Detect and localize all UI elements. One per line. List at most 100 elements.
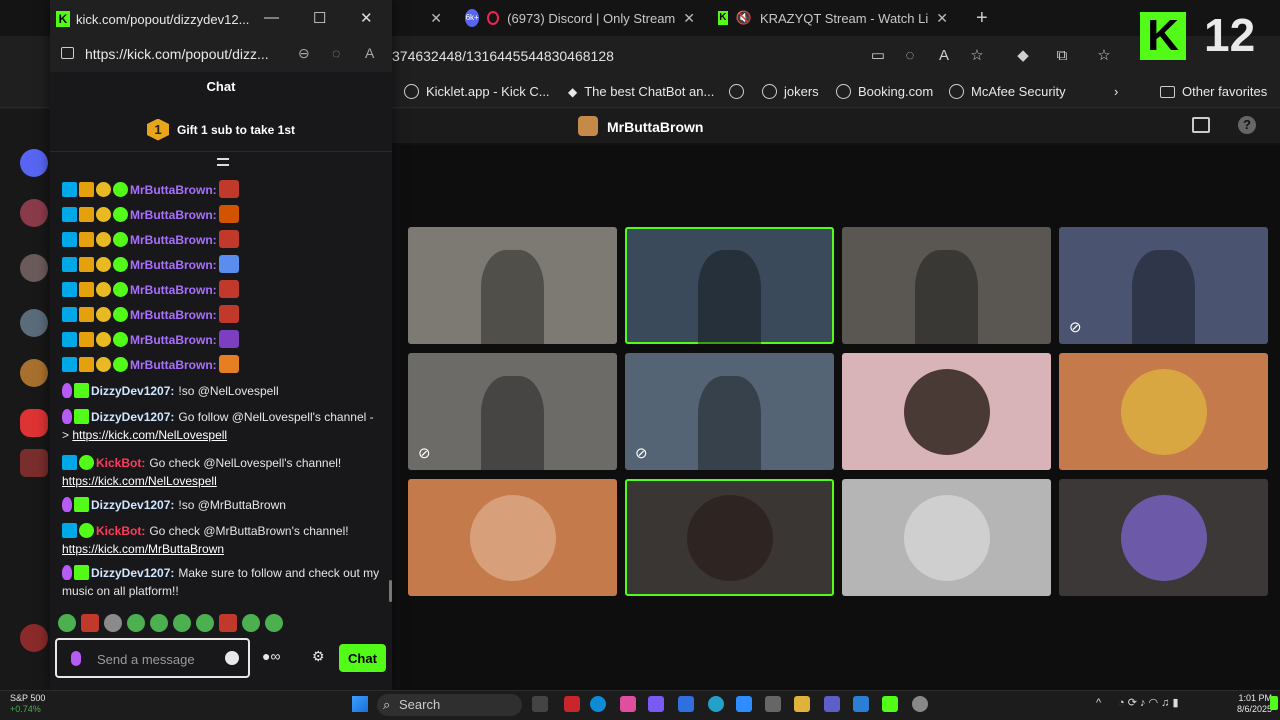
chat-link[interactable]: https://kick.com/NelLovespell	[72, 428, 227, 442]
stock-widget[interactable]: S&P 500 +0.74%	[10, 693, 45, 715]
chat-username[interactable]: MrButtaBrown:	[130, 208, 217, 222]
muted-speaker-icon[interactable]: 🔇	[736, 10, 752, 26]
app-icon[interactable]	[648, 696, 664, 712]
chat-username[interactable]: MrButtaBrown:	[130, 358, 217, 372]
tab-close-icon[interactable]: ✕	[430, 10, 442, 27]
chat-username[interactable]: MrButtaBrown:	[130, 233, 217, 247]
extension-diamond-icon[interactable]: ◆	[1013, 46, 1033, 66]
participant-tile[interactable]	[1059, 479, 1268, 596]
address-url-text[interactable]: 374632448/1316445544830468128	[392, 48, 614, 64]
chat-username[interactable]: DizzyDev1207:	[91, 410, 174, 424]
chat-message[interactable]: DizzyDev1207: Go follow @NelLovespell's c…	[62, 408, 380, 444]
chat-message[interactable]: MrButtaBrown:	[62, 230, 380, 249]
emote-icon[interactable]	[242, 614, 260, 632]
chrome-app-icon[interactable]	[708, 696, 724, 712]
chat-message-input[interactable]	[97, 649, 217, 669]
windows-start-icon[interactable]	[352, 696, 368, 712]
site-info-icon[interactable]	[61, 47, 74, 59]
chat-message[interactable]: DizzyDev1207: Make sure to follow and che…	[62, 564, 380, 600]
participant-tile[interactable]	[842, 479, 1051, 596]
video-icon[interactable]: ▭	[868, 46, 888, 66]
chat-username[interactable]: KickBot:	[96, 524, 145, 538]
gear-icon[interactable]: ⚙	[312, 648, 325, 665]
chat-username[interactable]: DizzyDev1207:	[91, 498, 174, 512]
chat-username[interactable]: MrButtaBrown:	[130, 308, 217, 322]
chat-message[interactable]: KickBot: Go check @MrButtaBrown's channel…	[62, 522, 380, 558]
favorite-kicklet[interactable]: Kicklet.app - Kick C...	[404, 84, 550, 99]
participant-tile[interactable]	[408, 479, 617, 596]
participant-tile[interactable]: ⊘	[1059, 227, 1268, 344]
chat-message[interactable]: MrButtaBrown:	[62, 305, 380, 324]
chat-message[interactable]: DizzyDev1207: !so @NelLovespell	[62, 382, 380, 400]
screen-share-icon[interactable]	[1192, 117, 1210, 133]
help-icon[interactable]: ?	[1238, 116, 1256, 134]
favorite-booking[interactable]: Booking.com	[836, 84, 933, 99]
emote-icon[interactable]	[58, 614, 76, 632]
app-icon[interactable]	[853, 696, 869, 712]
emote-icon[interactable]	[81, 614, 99, 632]
emote-icon[interactable]	[219, 614, 237, 632]
server-avatar[interactable]	[20, 624, 48, 652]
participant-tile[interactable]	[842, 353, 1051, 470]
emote-icon[interactable]	[104, 614, 122, 632]
tab-close-icon[interactable]: ✕	[683, 10, 695, 27]
chat-link[interactable]: https://kick.com/MrButtaBrown	[62, 542, 224, 556]
chat-message[interactable]: MrButtaBrown:	[62, 205, 380, 224]
zoom-app-icon[interactable]	[736, 696, 752, 712]
chat-username[interactable]: MrButtaBrown:	[130, 183, 217, 197]
edge-app-icon[interactable]	[590, 696, 606, 712]
participant-tile[interactable]: ⊘	[625, 353, 834, 470]
server-avatar[interactable]	[20, 254, 48, 282]
favorite-star-icon[interactable]: ☆	[967, 46, 987, 66]
chat-message[interactable]: MrButtaBrown:	[62, 255, 380, 274]
participant-tile[interactable]	[408, 227, 617, 344]
maximize-icon[interactable]: ☐	[313, 9, 326, 27]
participant-tile[interactable]	[625, 479, 834, 596]
server-avatar[interactable]	[20, 359, 48, 387]
file-explorer-icon[interactable]	[794, 696, 810, 712]
copilot-app-icon[interactable]	[620, 696, 636, 712]
send-chat-button[interactable]: Chat	[339, 644, 386, 672]
new-tab-button[interactable]: +	[966, 4, 994, 32]
emote-icon[interactable]	[150, 614, 168, 632]
participant-tile[interactable]	[625, 227, 834, 344]
taskbar-clock[interactable]: 1:01 PM 8/6/2025	[1222, 693, 1272, 715]
other-favorites[interactable]: Other favorites	[1160, 84, 1267, 99]
close-icon[interactable]: ✕	[360, 9, 373, 27]
chat-message[interactable]: MrButtaBrown:	[62, 180, 380, 199]
chat-link[interactable]: https://kick.com/NelLovespell	[62, 474, 217, 488]
tracking-prevention-icon[interactable]: ◌	[900, 46, 920, 66]
server-avatar[interactable]	[20, 199, 48, 227]
minimize-icon[interactable]: —	[264, 9, 279, 26]
mcafee-app-icon[interactable]	[564, 696, 580, 712]
tab-partial[interactable]: ✕	[392, 4, 452, 32]
emote-icon[interactable]	[265, 614, 283, 632]
favorite-mcafee[interactable]: McAfee Security	[949, 84, 1066, 99]
read-aloud-icon[interactable]: A	[365, 45, 374, 61]
task-view-icon[interactable]	[532, 696, 548, 712]
settings-app-icon[interactable]	[912, 696, 928, 712]
tray-overflow-chevron-icon[interactable]: ^	[1096, 697, 1101, 709]
emote-icon[interactable]	[173, 614, 191, 632]
emote-icon[interactable]	[196, 614, 214, 632]
app-icon[interactable]	[678, 696, 694, 712]
tab-discord[interactable]: 6k+ (6973) Discord | Only Stream ✕	[455, 4, 705, 32]
emote-icon[interactable]	[127, 614, 145, 632]
chat-username[interactable]: MrButtaBrown:	[130, 333, 217, 347]
chat-message[interactable]: KickBot: Go check @NelLovespell's channel…	[62, 454, 380, 490]
discord-icon[interactable]	[20, 149, 48, 177]
chat-message[interactable]: MrButtaBrown:	[62, 330, 380, 349]
favorites-overflow-chevron-icon[interactable]: ›	[1114, 84, 1118, 99]
tray-icons[interactable]: ◔ ⟳ ♪ ◠ ♫ ▮	[1118, 696, 1179, 709]
app-icon[interactable]	[765, 696, 781, 712]
chat-message[interactable]: MrButtaBrown:	[62, 355, 380, 374]
teams-app-icon[interactable]	[824, 696, 840, 712]
kick-app-icon[interactable]	[882, 696, 898, 712]
chat-username[interactable]: DizzyDev1207:	[91, 384, 174, 398]
tab-krazyqt[interactable]: K 🔇 KRAZYQT Stream - Watch Li ✕	[708, 4, 958, 32]
gift-sub-banner[interactable]: 1 Gift 1 sub to take 1st	[50, 108, 392, 152]
channel-points-icon[interactable]: ●∞	[262, 648, 280, 664]
taskbar-search[interactable]: Search	[377, 694, 522, 716]
favorites-icon[interactable]: ☆	[1094, 46, 1114, 66]
mic-icon[interactable]	[71, 651, 81, 666]
